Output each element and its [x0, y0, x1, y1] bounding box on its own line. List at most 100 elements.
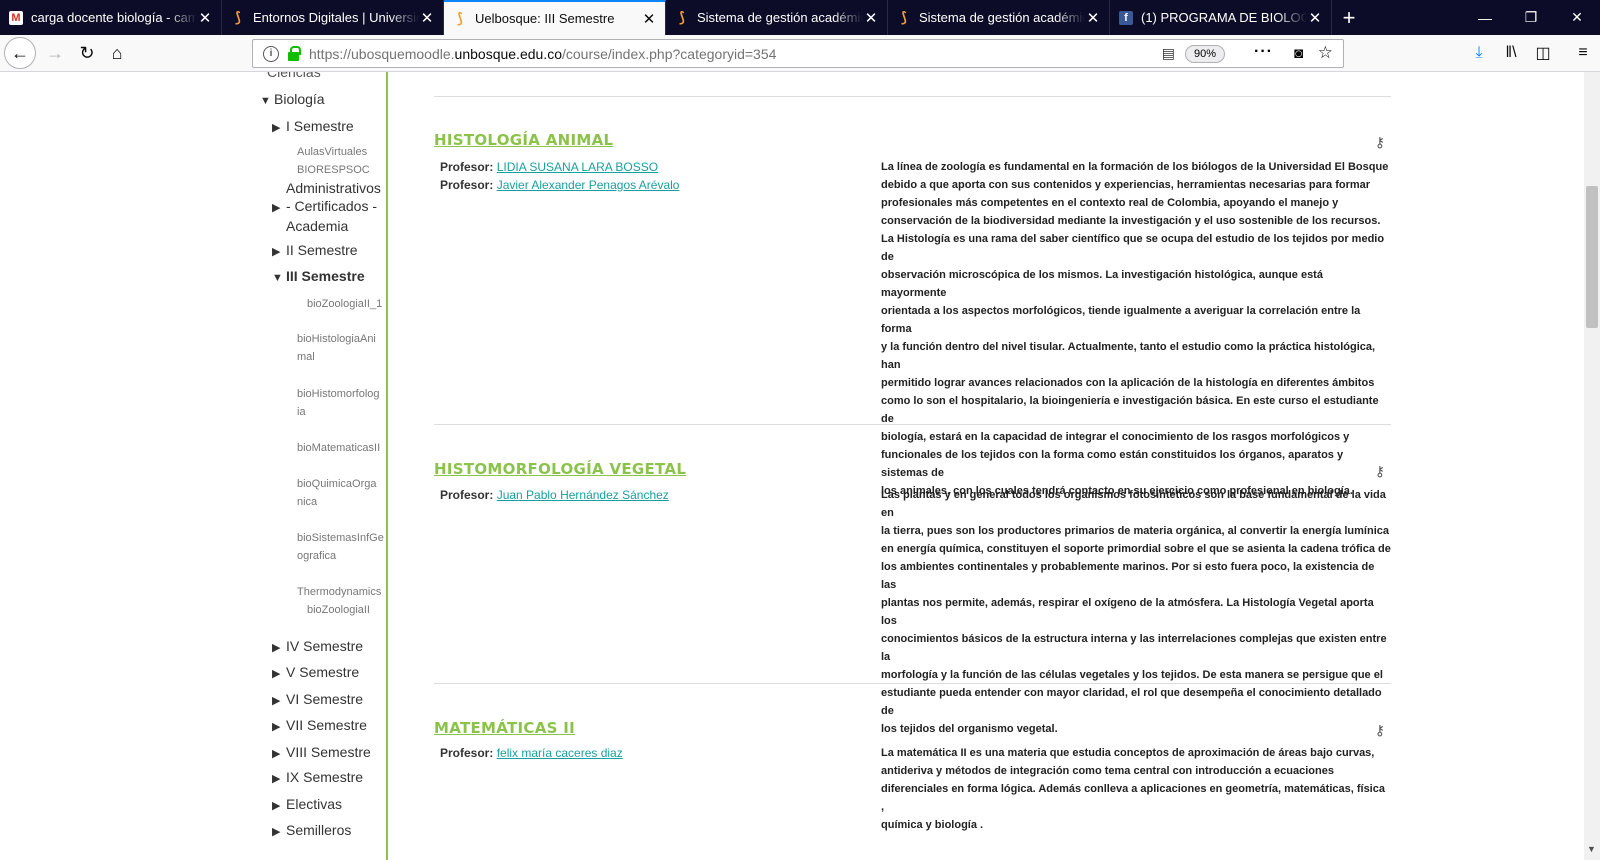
new-tab-button[interactable]: + [1332, 0, 1366, 35]
tree-label: - Certificados - [286, 198, 378, 214]
close-tab-icon[interactable]: ✕ [1307, 9, 1323, 27]
course-summary: La matemática II es una materia que estu… [881, 744, 1391, 834]
sidebar-toggle-icon[interactable]: ◫ [1528, 39, 1558, 67]
teacher-row: Profesor: Javier Alexander Penagos Aréva… [440, 176, 679, 194]
caret-down-icon: ▼ [260, 95, 271, 107]
tree-item-sem5[interactable]: ▶ V Semestre [272, 664, 359, 680]
teacher-row: Profesor: LIDIA SUSANA LARA BOSSO [440, 158, 679, 176]
tab-strip: M carga docente biología - campus ✕ ⟆ En… [0, 0, 1600, 35]
course-link[interactable]: bioQuimicaOrga nica [297, 475, 376, 511]
tree-item-sem7[interactable]: ▶ VII Semestre [272, 717, 367, 733]
course-link-text: nica [297, 496, 318, 508]
course-title-link[interactable]: MATEMÁTICAS II [434, 719, 575, 737]
close-tab-icon[interactable]: ✕ [641, 10, 657, 28]
course-link[interactable]: bioMatematicasII [297, 439, 380, 457]
teacher-link[interactable]: Juan Pablo Hernández Sánchez [497, 488, 669, 502]
teacher-link[interactable]: felix maría caceres diaz [497, 746, 623, 760]
restore-icon[interactable]: ❐ [1508, 0, 1554, 35]
back-button[interactable]: ← [4, 37, 36, 69]
unbosque-icon: ⟆ [679, 9, 685, 25]
course-link-text: ografica [297, 550, 337, 562]
tree-item-ciencias[interactable]: Ciencias [267, 72, 321, 80]
summary-line: en energía química, constituyen el sopor… [881, 543, 1391, 555]
close-tab-icon[interactable]: ✕ [1085, 9, 1101, 27]
caret-right-icon: ▶ [272, 695, 281, 707]
zoom-indicator[interactable]: 90% [1185, 45, 1225, 63]
key-icon[interactable]: ⚷ [1375, 463, 1385, 480]
tree-item-sem1[interactable]: ▶ I Semestre [272, 118, 354, 134]
forward-button[interactable]: → [40, 39, 70, 67]
summary-line: conocimientos básicos de la estructura i… [881, 633, 1387, 663]
key-icon[interactable]: ⚷ [1375, 134, 1385, 151]
pocket-icon[interactable]: ◙ [1294, 45, 1303, 62]
course-link[interactable]: AulasVirtuales [297, 143, 367, 161]
summary-line: biología, estará en la capacidad de inte… [881, 431, 1350, 443]
summary-line: La línea de zoología es fundamental en l… [881, 161, 1389, 173]
tree-item-sem4[interactable]: ▶ IV Semestre [272, 638, 363, 654]
tab-title: Sistema de gestión académica [697, 10, 863, 25]
browser-tab[interactable]: ⟆ Sistema de gestión académica ✕ [666, 0, 888, 35]
teacher-link[interactable]: LIDIA SUSANA LARA BOSSO [497, 160, 658, 174]
unbosque-icon: ⟆ [235, 9, 241, 25]
browser-tab[interactable]: M carga docente biología - campus ✕ [0, 0, 222, 35]
course-link[interactable]: bioZoologiaII_1 [307, 295, 382, 313]
summary-line: orientada a los aspectos morfológicos, t… [881, 305, 1361, 335]
page-actions-icon[interactable]: ··· [1254, 43, 1273, 61]
tree-item-administrativos[interactable]: Administrativos ▶ - Certificados - Academ… [272, 179, 381, 235]
download-icon[interactable]: ⤓ [1464, 39, 1494, 67]
menu-icon[interactable]: ≡ [1568, 39, 1598, 67]
vertical-scrollbar[interactable]: ▼ [1584, 72, 1600, 860]
tree-item-sem6[interactable]: ▶ VI Semestre [272, 691, 363, 707]
teacher-link[interactable]: Javier Alexander Penagos Arévalo [497, 178, 680, 192]
close-window-icon[interactable]: ✕ [1554, 0, 1600, 35]
bookmark-star-icon[interactable]: ☆ [1318, 43, 1333, 63]
course-link-text: bioZoologiaII [307, 604, 370, 616]
course-link[interactable]: Thermodynamics bioZoologiaII [297, 583, 381, 619]
close-tab-icon[interactable]: ✕ [419, 9, 435, 27]
course-link[interactable]: bioHistologiaAni mal [297, 330, 376, 366]
scroll-down-arrow-icon[interactable]: ▼ [1587, 844, 1596, 854]
browser-tab[interactable]: ⟆ Entornos Digitales | Universidad ✕ [222, 0, 444, 35]
divider [434, 424, 1391, 425]
tree-item-biologia[interactable]: ▼ Biología [260, 91, 325, 107]
browser-tab[interactable]: ⟆ Sistema de gestión académica ✕ [888, 0, 1110, 35]
library-icon[interactable]: ‖\ [1496, 39, 1526, 67]
tree-label: Biología [274, 91, 325, 107]
caret-right-icon: ▶ [272, 202, 281, 214]
close-tab-icon[interactable]: ✕ [197, 9, 213, 27]
tree-item-sem8[interactable]: ▶ VIII Semestre [272, 744, 371, 760]
course-link[interactable]: bioSistemasInfGe ografica [297, 529, 384, 565]
tree-item-semilleros[interactable]: ▶ Semilleros [272, 822, 351, 838]
address-bar[interactable]: i https://ubosquemoodle.unbosque.edu.co/… [252, 39, 1344, 68]
tree-item-sem3[interactable]: ▼ III Semestre [272, 268, 365, 284]
course-title-link[interactable]: HISTOMORFOLOGÍA VEGETAL [434, 460, 686, 478]
summary-line: profesionales más competentes en el cont… [881, 197, 1339, 209]
course-link[interactable]: bioHistomorfolog ia [297, 385, 380, 421]
summary-line: debido a que aporta con sus contenidos y… [881, 179, 1371, 191]
info-icon[interactable]: i [263, 45, 279, 62]
course-link[interactable]: BIORESPSOC [297, 161, 370, 179]
tree-label: III Semestre [286, 268, 365, 284]
summary-line: química y biología . [881, 819, 984, 831]
scrollbar-thumb[interactable] [1586, 186, 1598, 328]
home-button[interactable]: ⌂ [102, 39, 132, 67]
reader-view-icon[interactable]: ▤ [1162, 45, 1175, 62]
tree-item-sem9[interactable]: ▶ IX Semestre [272, 769, 363, 785]
browser-tab[interactable]: f (1) PROGRAMA DE BIOLOGÍA - ✕ [1110, 0, 1332, 35]
tree-label: Administrativos [286, 180, 381, 196]
teacher-row: Profesor: felix maría caceres diaz [440, 744, 623, 762]
course-title-link[interactable]: HISTOLOGÍA ANIMAL [434, 131, 613, 149]
tree-item-electivas[interactable]: ▶ Electivas [272, 796, 342, 812]
summary-line: diferenciales en forma lógica. Además co… [881, 783, 1385, 813]
course-link-text: bioSistemasInfGe [297, 532, 384, 544]
key-icon[interactable]: ⚷ [1375, 722, 1385, 739]
course-link-text: bioHistomorfolog [297, 388, 380, 400]
url-text[interactable]: https://ubosquemoodle.unbosque.edu.co/co… [309, 46, 776, 62]
minimize-icon[interactable]: — [1462, 0, 1508, 35]
tree-item-sem2[interactable]: ▶ II Semestre [272, 242, 358, 258]
browser-tab-active[interactable]: ⟆ Uelbosque: III Semestre ✕ [444, 0, 666, 35]
lock-icon[interactable] [288, 45, 301, 61]
close-tab-icon[interactable]: ✕ [863, 9, 879, 27]
reload-button[interactable]: ↻ [72, 39, 102, 67]
summary-line: como lo son el hospitalario, la bioingen… [881, 395, 1379, 425]
